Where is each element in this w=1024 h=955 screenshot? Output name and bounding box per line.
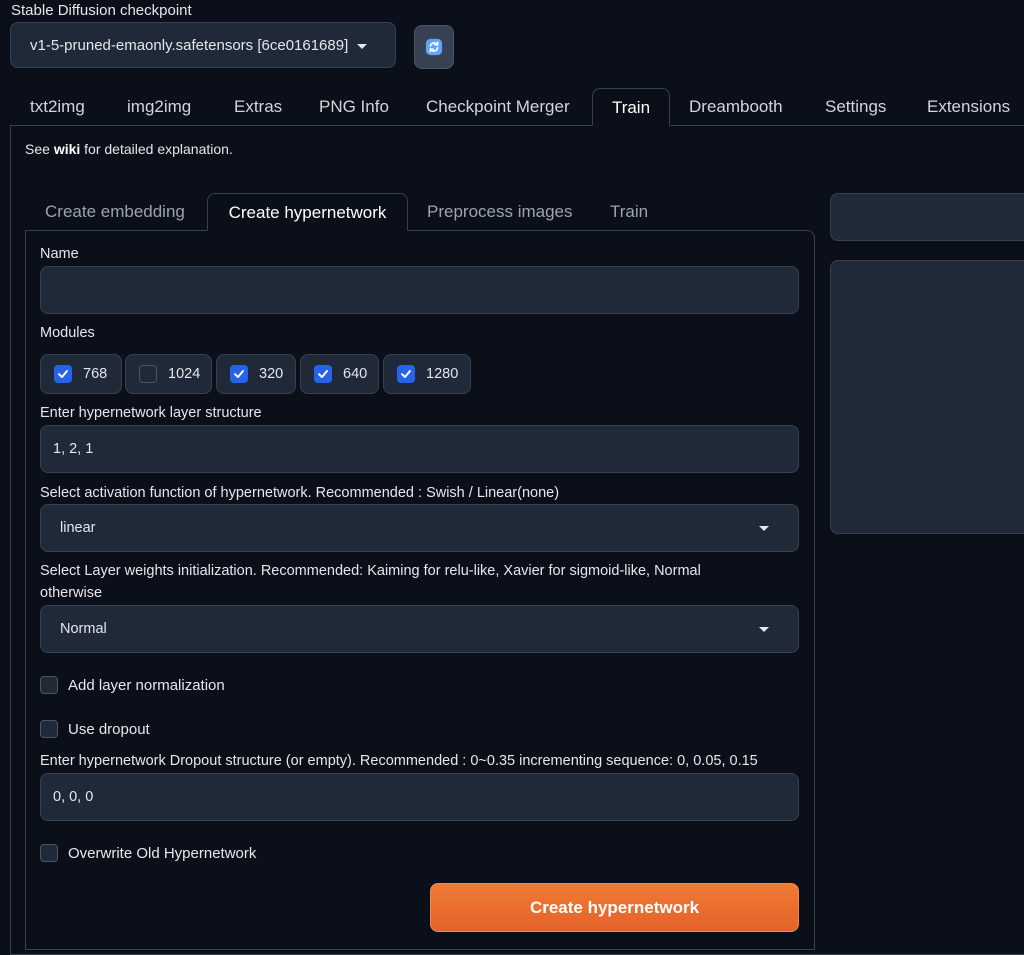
checkbox-unchecked-icon xyxy=(139,365,157,383)
overwrite-hypernetwork-checkbox[interactable]: Overwrite Old Hypernetwork xyxy=(40,844,256,862)
refresh-checkpoint-button[interactable] xyxy=(414,25,454,69)
tab-png-info[interactable]: PNG Info xyxy=(319,88,389,126)
dropout-structure-label: Enter hypernetwork Dropout structure (or… xyxy=(40,753,758,769)
create-hypernetwork-button[interactable]: Create hypernetwork xyxy=(430,883,799,932)
checkbox-checked-icon xyxy=(230,365,248,383)
module-label: 1280 xyxy=(426,366,459,382)
module-320-checkbox[interactable]: 320 xyxy=(216,354,296,394)
layer-normalization-checkbox[interactable]: Add layer normalization xyxy=(40,676,225,694)
module-label: 768 xyxy=(83,366,108,382)
tab-create-hypernetwork[interactable]: Create hypernetwork xyxy=(207,193,408,231)
tab-extensions[interactable]: Extensions xyxy=(927,88,1010,126)
use-dropout-label: Use dropout xyxy=(68,720,150,738)
tab-train[interactable]: Train xyxy=(592,88,670,126)
chevron-down-icon xyxy=(357,44,367,49)
module-label: 320 xyxy=(259,366,284,382)
tab-train-sub[interactable]: Train xyxy=(610,193,648,231)
wiki-suffix: for detailed explanation. xyxy=(80,141,233,157)
dropout-structure-input[interactable]: 0, 0, 0 xyxy=(40,773,799,821)
name-label: Name xyxy=(40,246,79,262)
refresh-icon xyxy=(425,38,443,56)
checkbox-unchecked-icon xyxy=(40,844,58,862)
module-1280-checkbox[interactable]: 1280 xyxy=(383,354,471,394)
chevron-down-icon xyxy=(759,526,769,531)
module-1024-checkbox[interactable]: 1024 xyxy=(125,354,212,394)
tab-img2img[interactable]: img2img xyxy=(127,88,191,126)
overwrite-hypernetwork-label: Overwrite Old Hypernetwork xyxy=(68,844,257,862)
activation-selected-value: linear xyxy=(60,520,96,536)
module-640-checkbox[interactable]: 640 xyxy=(300,354,379,394)
wiki-link[interactable]: wiki xyxy=(54,141,80,157)
layer-structure-input[interactable]: 1, 2, 1 xyxy=(40,425,799,473)
output-info-box xyxy=(830,260,1024,534)
main-tab-bar: txt2img img2img Extras PNG Info Checkpoi… xyxy=(10,88,1024,126)
tab-dreambooth[interactable]: Dreambooth xyxy=(689,88,783,126)
activation-label: Select activation function of hypernetwo… xyxy=(40,485,560,501)
checkbox-unchecked-icon xyxy=(40,676,58,694)
checkpoint-selected-value: v1-5-pruned-emaonly.safetensors [6ce0161… xyxy=(30,36,349,54)
init-label-line2: otherwise xyxy=(40,585,103,601)
name-input[interactable] xyxy=(40,266,799,314)
weight-init-selected-value: Normal xyxy=(60,621,107,637)
tab-txt2img[interactable]: txt2img xyxy=(30,88,85,126)
checkbox-checked-icon xyxy=(314,365,332,383)
module-label: 1024 xyxy=(168,366,201,382)
checkbox-unchecked-icon xyxy=(40,720,58,738)
wiki-prefix: See xyxy=(25,141,54,157)
tab-extras[interactable]: Extras xyxy=(234,88,282,126)
layer-normalization-label: Add layer normalization xyxy=(68,676,225,694)
tab-settings[interactable]: Settings xyxy=(825,88,886,126)
module-768-checkbox[interactable]: 768 xyxy=(40,354,122,394)
output-text-box xyxy=(830,193,1024,241)
tab-checkpoint-merger[interactable]: Checkpoint Merger xyxy=(426,88,570,126)
checkpoint-dropdown[interactable]: v1-5-pruned-emaonly.safetensors [6ce0161… xyxy=(10,22,396,68)
module-label: 640 xyxy=(343,366,368,382)
tab-create-embedding[interactable]: Create embedding xyxy=(45,193,185,231)
init-label: Select Layer weights initialization. Rec… xyxy=(40,560,701,604)
checkbox-checked-icon xyxy=(397,365,415,383)
activation-dropdown[interactable]: linear xyxy=(40,504,799,552)
checkpoint-label: Stable Diffusion checkpoint xyxy=(11,2,192,19)
modules-label: Modules xyxy=(40,325,95,341)
chevron-down-icon xyxy=(759,627,769,632)
layer-structure-label: Enter hypernetwork layer structure xyxy=(40,405,262,421)
weight-init-dropdown[interactable]: Normal xyxy=(40,605,799,653)
init-label-line1: Select Layer weights initialization. Rec… xyxy=(40,563,701,579)
train-subtab-bar: Create embedding Create hypernetwork Pre… xyxy=(25,193,815,231)
checkbox-checked-icon xyxy=(54,365,72,383)
use-dropout-checkbox[interactable]: Use dropout xyxy=(40,720,150,738)
wiki-hint: See wiki for detailed explanation. xyxy=(25,141,233,157)
tab-preprocess-images[interactable]: Preprocess images xyxy=(427,193,573,231)
